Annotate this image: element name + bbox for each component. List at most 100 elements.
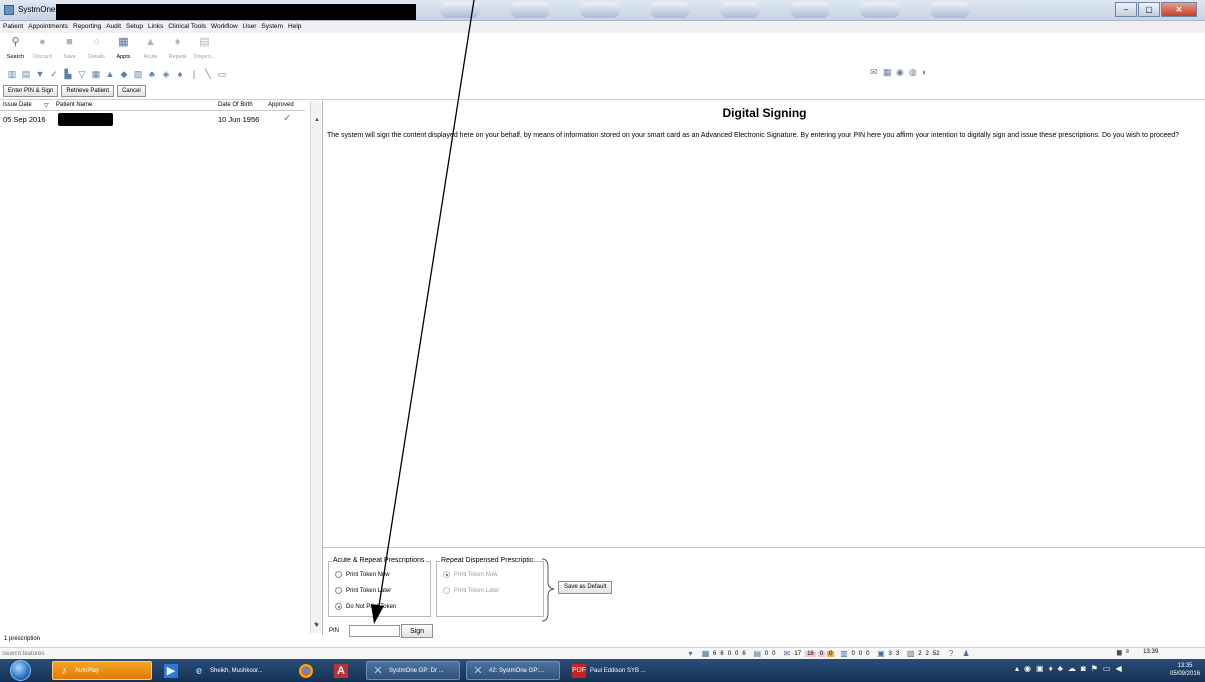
- window-icon[interactable]: ▭: [217, 69, 227, 79]
- menu-system[interactable]: System: [261, 21, 283, 33]
- col-approved[interactable]: Approved: [268, 102, 294, 108]
- line-icon[interactable]: ╲: [203, 69, 213, 79]
- notes-icon[interactable]: ▤: [21, 69, 31, 79]
- taskbar-autoplay[interactable]: ♪ AutoPlay: [52, 661, 152, 680]
- details-button[interactable]: ○ Details: [85, 33, 108, 65]
- menu-reporting[interactable]: Reporting: [73, 21, 101, 33]
- calendar-icon[interactable]: ▦: [701, 649, 710, 658]
- list-scrollbar[interactable]: ▲ ▼: [310, 101, 321, 633]
- cancel-button[interactable]: Cancel: [117, 84, 146, 97]
- chart-icon[interactable]: ▙: [63, 69, 73, 79]
- bookmark-icon[interactable]: ▼: [35, 69, 45, 79]
- records-icon[interactable]: ▦: [91, 69, 101, 79]
- menu-workflow[interactable]: Workflow: [211, 21, 238, 33]
- dispense-button[interactable]: ▤ Dispen...: [193, 33, 216, 65]
- tray-cloud-icon[interactable]: ☁: [1068, 664, 1076, 673]
- menu-clinical-tools[interactable]: Clinical Tools: [168, 21, 206, 33]
- taskbar-internet-explorer[interactable]: e Sheikh, Mushkoor...: [188, 661, 288, 680]
- discard-button[interactable]: ● Discard: [31, 33, 54, 65]
- minimize-icon[interactable]: –: [1115, 2, 1137, 17]
- menu-patient[interactable]: Patient: [3, 21, 23, 33]
- report-icon[interactable]: ▦: [883, 67, 893, 77]
- inbox-icon[interactable]: ▤: [753, 649, 762, 658]
- dispensed-print-now-option[interactable]: Print Token Now: [443, 571, 498, 578]
- save-button[interactable]: ■ Save: [58, 33, 81, 65]
- acute-do-not-print-option[interactable]: Do Not Print Token: [335, 603, 396, 610]
- results-icon[interactable]: ▣: [877, 649, 886, 658]
- menu-audit[interactable]: Audit: [106, 21, 121, 33]
- network-icon[interactable]: ▭: [1103, 664, 1111, 673]
- pill-icon[interactable]: ◐: [922, 67, 932, 77]
- col-date-of-birth[interactable]: Date Of Birth: [218, 102, 253, 108]
- tray-leaf-icon[interactable]: ♣: [1058, 664, 1063, 673]
- sign-button[interactable]: Sign: [401, 624, 433, 638]
- close-icon[interactable]: ✕: [1161, 2, 1197, 17]
- search-features-input[interactable]: [2, 649, 302, 659]
- tools-icon[interactable]: ♠: [175, 69, 185, 79]
- tasks-icon[interactable]: ▥: [839, 649, 848, 658]
- template-icon[interactable]: ▥: [7, 69, 17, 79]
- taskbar-systmone-2[interactable]: ✕ #2: SystmOne GP:...: [466, 661, 560, 680]
- appts-button[interactable]: ▦ Appts: [112, 33, 135, 65]
- taskbar-access[interactable]: A: [330, 661, 354, 680]
- save-as-default-button[interactable]: Save as Default: [558, 581, 613, 594]
- scroll-down-icon[interactable]: ▼: [313, 622, 319, 628]
- volume-icon[interactable]: ◀: [1115, 664, 1121, 673]
- acute-print-later-option[interactable]: Print Token Later: [335, 587, 391, 594]
- menu-setup[interactable]: Setup: [126, 21, 143, 33]
- search-button[interactable]: ⚲ Search: [4, 33, 27, 65]
- start-button[interactable]: [10, 660, 31, 681]
- scroll-up-icon[interactable]: ▲: [314, 117, 320, 123]
- taskbar-pdf[interactable]: PDF Paul Eddison SYB ...: [568, 661, 663, 680]
- people-icon[interactable]: ♣: [147, 69, 157, 79]
- acute-button[interactable]: ▲ Acute: [139, 33, 162, 65]
- pin-input[interactable]: [349, 625, 400, 637]
- radio-icon[interactable]: [335, 571, 342, 578]
- prescription-icon[interactable]: ◉: [896, 67, 906, 77]
- medication-icon[interactable]: ◆: [119, 69, 129, 79]
- col-patient-name[interactable]: Patient Name: [56, 102, 92, 108]
- acute-print-now-option[interactable]: Print Token Now: [335, 571, 390, 578]
- radio-icon[interactable]: [443, 587, 450, 594]
- radio-icon[interactable]: [335, 587, 342, 594]
- table-row[interactable]: 05 Sep 2016 10 Jun 1956 ✓: [0, 113, 305, 127]
- bottle-icon[interactable]: ◍: [909, 67, 919, 77]
- task-icon[interactable]: ◈: [161, 69, 171, 79]
- taskbar-systmone-1[interactable]: ✕ SystmOne GP: Dr ...: [366, 661, 460, 680]
- taskbar-chrome[interactable]: [295, 661, 317, 680]
- col-issue-date[interactable]: Issue Date: [3, 102, 32, 108]
- dispensed-print-later-option[interactable]: Print Token Later: [443, 587, 499, 594]
- tray-expand-icon[interactable]: ▴: [1015, 664, 1019, 673]
- menu-links[interactable]: Links: [148, 21, 163, 33]
- tray-bird-icon[interactable]: ♦: [1049, 664, 1053, 673]
- menu-user[interactable]: User: [243, 21, 257, 33]
- sort-indicator-icon[interactable]: ▽: [44, 102, 49, 109]
- radio-selected-icon[interactable]: [335, 603, 342, 610]
- graph-icon[interactable]: ▲: [105, 69, 115, 79]
- repeat-button[interactable]: ♦ Repeat: [166, 33, 189, 65]
- shield-icon[interactable]: ◉: [1024, 664, 1031, 673]
- messages-icon[interactable]: ✉: [782, 649, 791, 658]
- help-icon[interactable]: ?: [947, 649, 956, 658]
- mail-icon[interactable]: ✉: [870, 67, 880, 77]
- menu-help[interactable]: Help: [288, 21, 301, 33]
- systmone-icon: ✕: [473, 664, 483, 677]
- retrieve-patient-button[interactable]: Retrieve Patient: [61, 84, 115, 97]
- clock-date: 05/09/2016: [1170, 671, 1201, 677]
- taskbar-media-player[interactable]: ▶: [160, 661, 182, 680]
- document-icon[interactable]: ▧: [133, 69, 143, 79]
- menu-appointments[interactable]: Appointments: [28, 21, 68, 33]
- radio-selected-icon[interactable]: [443, 571, 450, 578]
- taskbar-clock[interactable]: 13:35 05/09/2016: [1170, 662, 1200, 678]
- maximize-icon[interactable]: ▢: [1138, 2, 1160, 17]
- filter-icon[interactable]: ▽: [77, 69, 87, 79]
- dropdown-icon[interactable]: ▾: [686, 649, 695, 658]
- documents-icon[interactable]: ▧: [906, 649, 915, 658]
- tray-device-icon[interactable]: ◙: [1081, 664, 1086, 673]
- status-badge-orange: 0: [827, 650, 835, 657]
- tray-app-icon[interactable]: ▣: [1036, 664, 1044, 673]
- flag-icon[interactable]: ⚑: [1091, 664, 1098, 673]
- check-icon[interactable]: ✓: [49, 69, 59, 79]
- enter-pin-sign-button[interactable]: Enter PIN & Sign: [3, 84, 59, 97]
- user-icon[interactable]: ♟: [962, 649, 971, 658]
